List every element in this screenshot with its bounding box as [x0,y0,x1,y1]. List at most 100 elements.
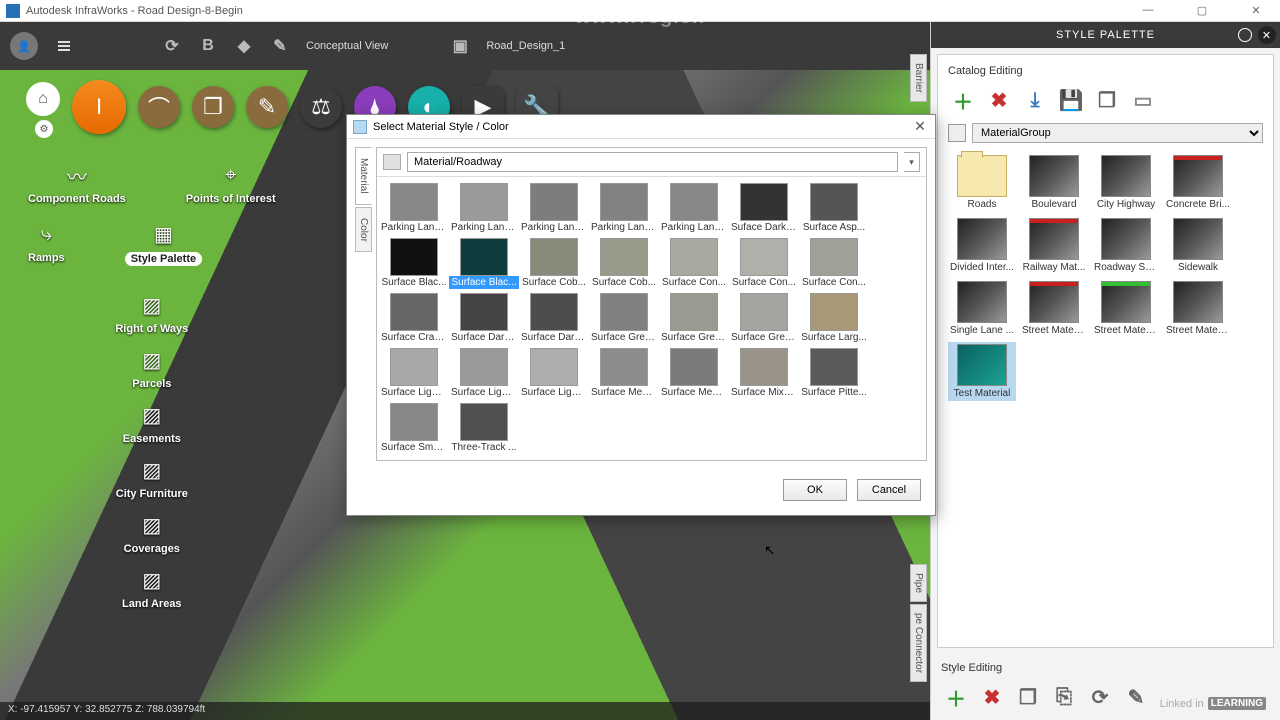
ok-button[interactable]: OK [783,479,847,501]
tool-city-furniture[interactable]: ▨City Furniture [28,455,276,500]
material-item[interactable]: Surface Cob... [589,236,659,291]
style-item[interactable]: City Highway [1092,153,1160,212]
material-item[interactable]: Parking Lane... [659,181,729,236]
tab-pipe-connector[interactable]: pe Connector [910,604,927,682]
material-item[interactable]: Three-Track ... [449,401,519,456]
material-item[interactable]: Surface Med ... [589,346,659,401]
delete-style-button[interactable]: ✖ [979,684,1005,710]
user-avatar-icon[interactable]: 👤 [10,32,38,60]
material-item[interactable]: Parking Lane... [449,181,519,236]
tool-easements[interactable]: ▨Easements [28,400,276,445]
material-item[interactable]: Surface Dark... [449,291,519,346]
settings-gear-icon[interactable]: ⚙ [35,120,53,138]
style-item[interactable]: Concrete Bri... [1164,153,1232,212]
material-path-input[interactable] [407,152,898,172]
close-button[interactable]: ✕ [1238,4,1274,17]
design-name-dropdown[interactable]: Road_Design_1 [486,40,565,52]
menu-icon[interactable] [58,45,70,47]
material-item[interactable]: Surface Crac... [379,291,449,346]
tool-land-areas[interactable]: ▨Land Areas [28,565,276,610]
style-item[interactable]: Street Materi... [1092,279,1160,338]
copy-style-button[interactable]: ❐ [1015,684,1041,710]
pin-icon[interactable] [1238,28,1252,42]
material-item[interactable]: Surface Cob... [519,236,589,291]
copy-button[interactable]: ❐ [1094,87,1120,113]
material-item[interactable]: Surface Grey... [659,291,729,346]
material-item[interactable]: Surface Larg... [799,291,869,346]
tool-ramps[interactable]: ⤷ Ramps [28,219,65,266]
add-style-button[interactable]: ＋ [943,684,969,710]
minimize-button[interactable]: — [1130,4,1166,17]
material-item[interactable]: Surface Mixe... [729,346,799,401]
tool-right-of-ways[interactable]: ▨Right of Ways [28,290,276,335]
ribbon-road-icon[interactable]: ⌒ [138,86,180,128]
ribbon-home-icon[interactable]: I [72,80,126,134]
style-item[interactable]: Test Material [948,342,1016,401]
material-item[interactable]: Surface Light... [449,346,519,401]
view-button[interactable]: ▭ [1130,87,1156,113]
material-item[interactable]: Surface Smo... [379,401,449,456]
tab-material[interactable]: Material [355,147,372,205]
tab-barrier[interactable]: Barrier [910,54,927,102]
bold-b-icon[interactable]: B [198,36,218,56]
style-item[interactable]: Street Materi... [1164,279,1232,338]
path-dropdown-icon[interactable]: ▾ [904,152,920,172]
material-item[interactable]: Surface Con... [729,236,799,291]
style-item[interactable]: Street Materi... [1020,279,1088,338]
material-item[interactable]: Surface Con... [799,236,869,291]
tool-parcels[interactable]: ▨Parcels [28,345,276,390]
delete-button[interactable]: ✖ [986,87,1012,113]
ribbon-copy-icon[interactable]: ❐ [192,86,234,128]
import-button[interactable]: ⤓ [1022,87,1048,113]
design-icon[interactable]: ▣ [450,36,470,56]
material-item[interactable]: Surface Asp... [799,181,869,236]
material-item[interactable]: Surface Light... [379,346,449,401]
material-item[interactable]: Suface Dark ... [729,181,799,236]
material-item[interactable]: Parking Lane... [519,181,589,236]
save-button[interactable]: 💾 [1058,87,1084,113]
style-item[interactable]: Sidewalk [1164,216,1232,275]
style-item[interactable]: Boulevard [1020,153,1088,212]
material-item[interactable]: Surface Con... [659,236,729,291]
style-label: Concrete Bri... [1166,199,1230,210]
folder-up-icon[interactable] [383,154,401,170]
material-item[interactable]: Surface Blac... [379,236,449,291]
material-item[interactable]: Surface Dark... [519,291,589,346]
edit-style-button[interactable]: ✎ [1123,684,1149,710]
add-button[interactable]: ＋ [950,87,976,113]
ribbon-edit-icon[interactable]: ✎ [246,86,288,128]
view-mode-dropdown[interactable]: Conceptual View [306,40,388,52]
material-item[interactable]: Surface Blac... [449,236,519,291]
material-item[interactable]: Surface Grey... [589,291,659,346]
material-item[interactable]: Surface Light... [519,346,589,401]
style-item[interactable]: Roadway Su... [1092,216,1160,275]
tool-style-palette[interactable]: ▦ Style Palette [125,219,202,266]
material-item[interactable]: Surface Med ... [659,346,729,401]
home-button[interactable]: ⌂ [26,82,60,116]
panel-close-icon[interactable]: ✕ [1258,26,1276,44]
tool-points-of-interest[interactable]: ⌖ Points of Interest [186,160,276,205]
material-item[interactable]: Surface Pitte... [799,346,869,401]
ribbon-balance-icon[interactable]: ⚖ [300,86,342,128]
tab-pipe[interactable]: Pipe [910,564,927,602]
style-item[interactable]: Single Lane ... [948,279,1016,338]
sync-icon[interactable]: ⟳ [162,36,182,56]
maximize-button[interactable]: ▢ [1184,4,1220,17]
pencil-icon[interactable]: ✎ [270,36,290,56]
tool-coverages[interactable]: ▨Coverages [28,510,276,555]
material-item[interactable]: Parking Lane... [589,181,659,236]
cancel-button[interactable]: Cancel [857,479,921,501]
style-item[interactable]: Divided Inter... [948,216,1016,275]
material-item[interactable]: Parking Lane... [379,181,449,236]
style-item[interactable]: Railway Mat... [1020,216,1088,275]
box-icon[interactable]: ◆ [234,36,254,56]
paste-style-button[interactable]: ⎘ [1051,684,1077,710]
material-group-select[interactable]: MaterialGroup [972,123,1263,143]
dialog-close-button[interactable]: ✕ [911,118,929,136]
material-grid-scroll[interactable]: Parking Lane...Parking Lane...Parking La… [377,177,926,460]
tab-color[interactable]: Color [355,207,372,253]
material-item[interactable]: Surface Grey... [729,291,799,346]
tool-component-roads[interactable]: 〰 Component Roads [28,160,126,205]
style-item[interactable]: Roads [948,153,1016,212]
refresh-style-button[interactable]: ⟳ [1087,684,1113,710]
